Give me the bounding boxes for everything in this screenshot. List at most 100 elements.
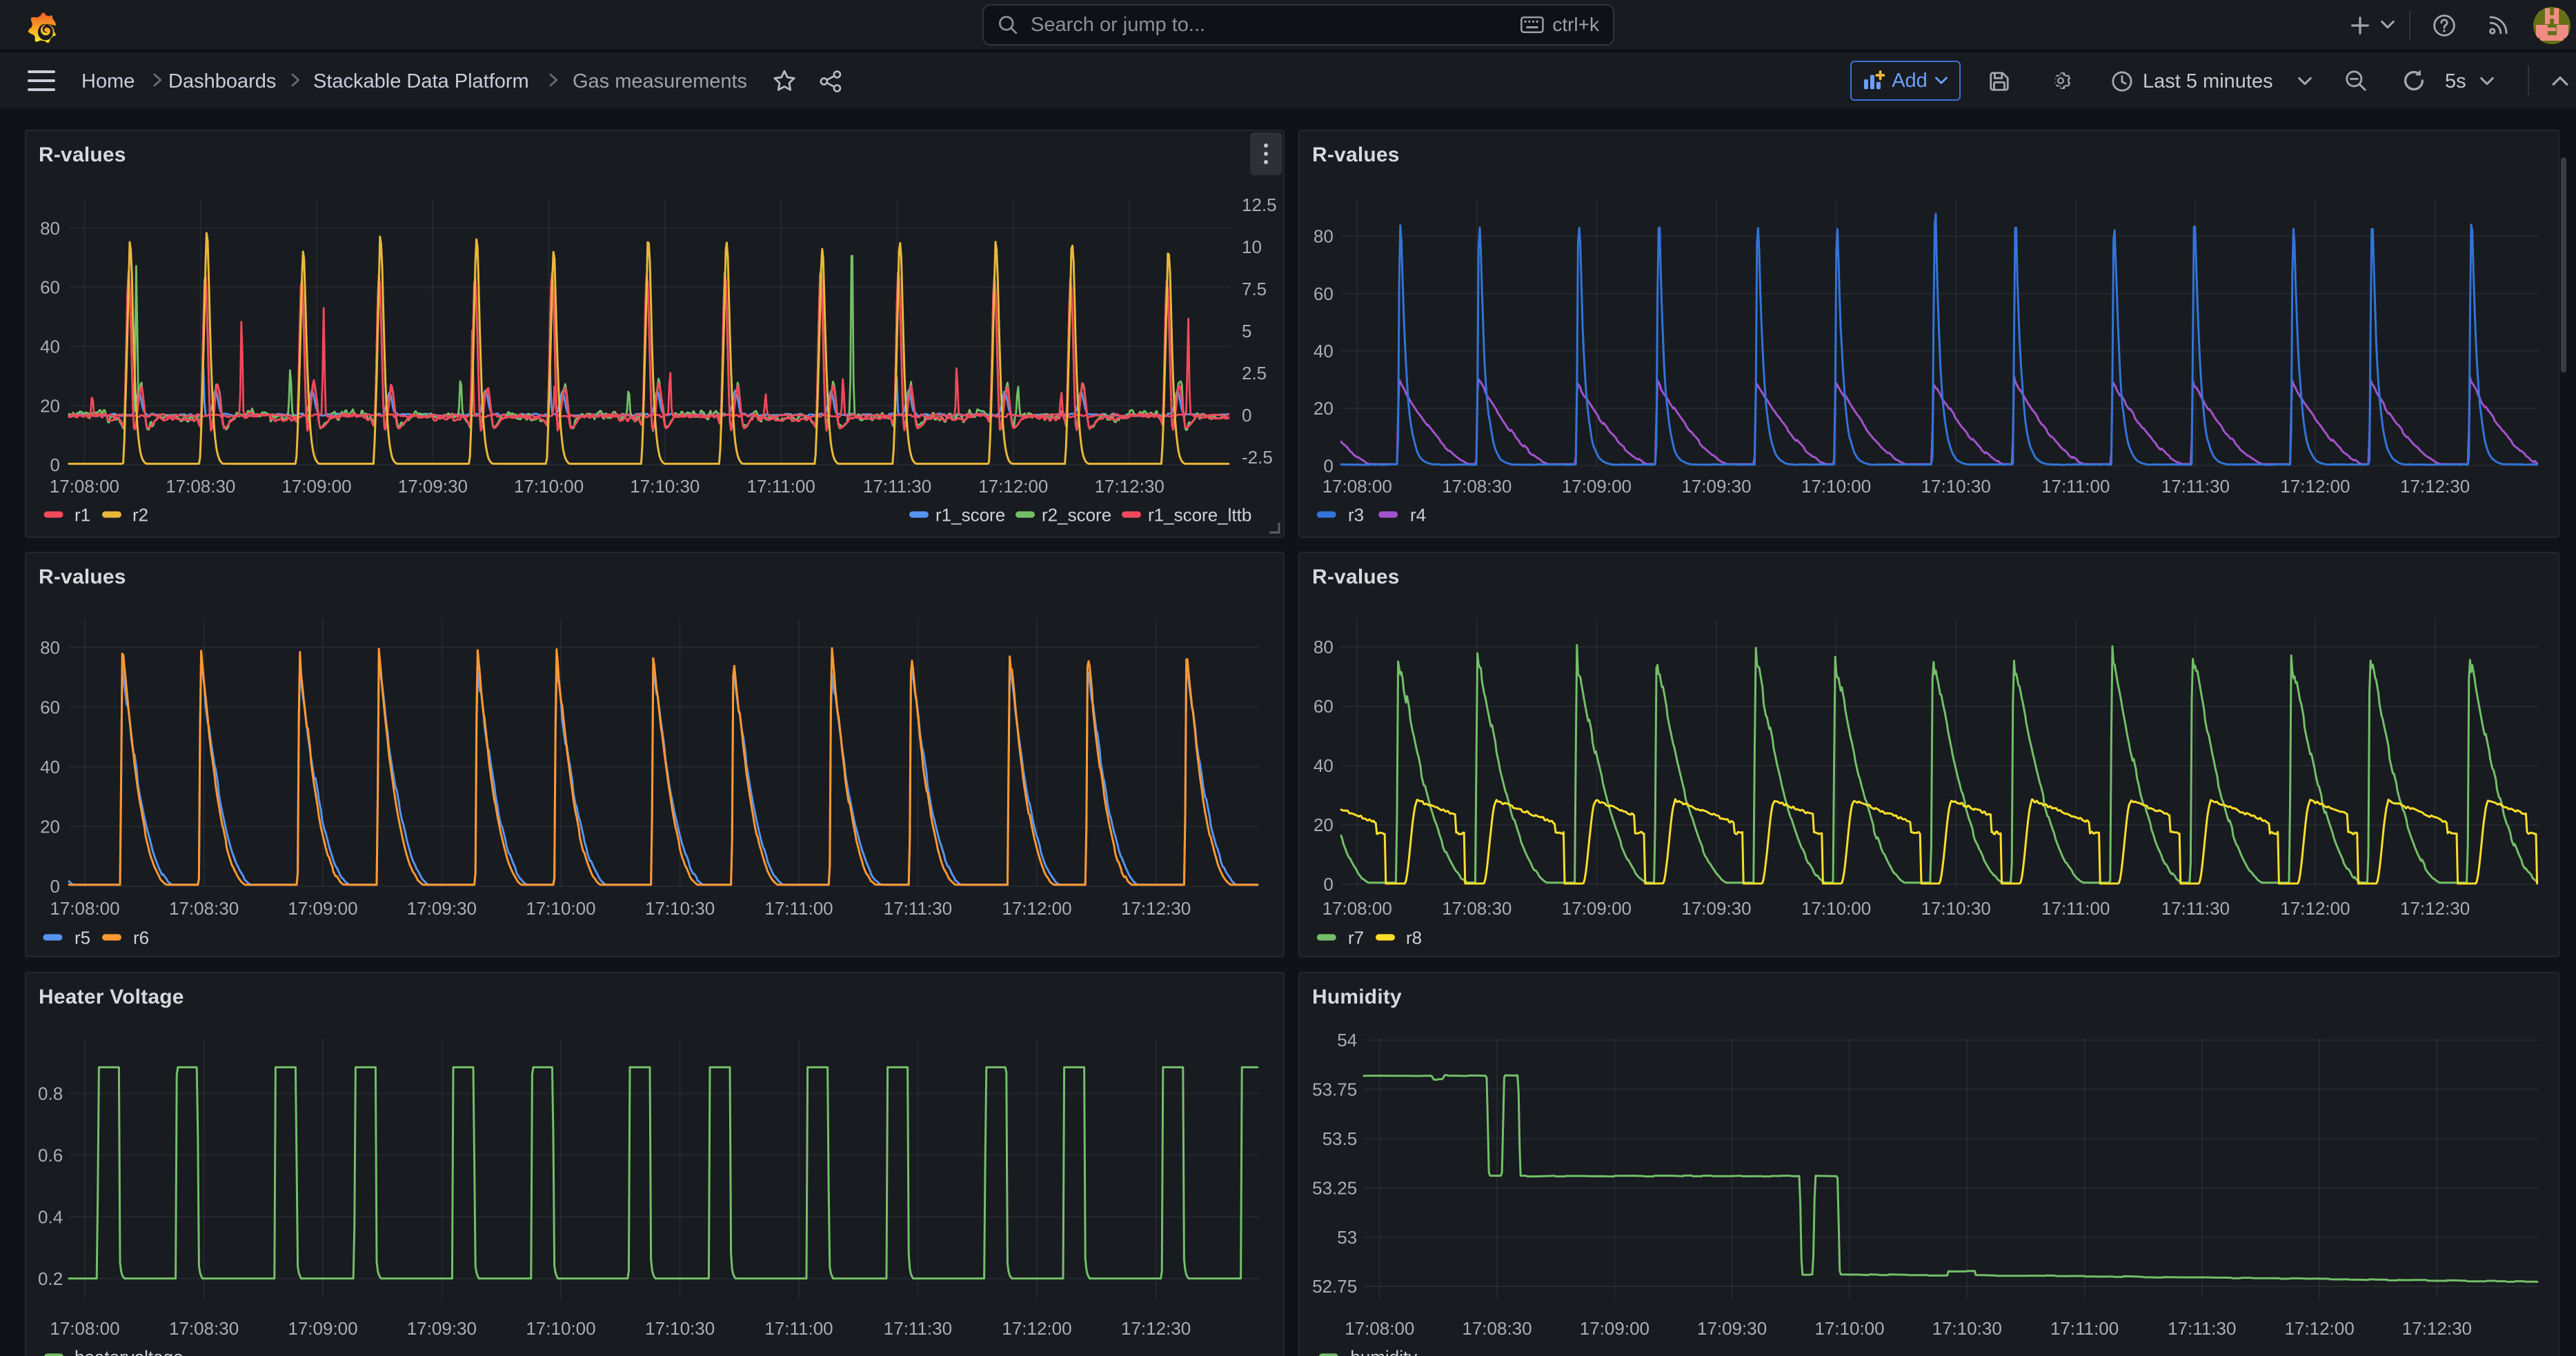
- svg-text:40: 40: [1314, 755, 1334, 776]
- svg-text:0.6: 0.6: [38, 1145, 63, 1166]
- svg-text:17:12:30: 17:12:30: [1121, 1318, 1191, 1339]
- svg-text:17:10:30: 17:10:30: [645, 898, 715, 919]
- svg-text:r5: r5: [75, 927, 90, 948]
- svg-text:52.75: 52.75: [1312, 1276, 1357, 1297]
- svg-text:r3: r3: [1348, 504, 1364, 525]
- svg-text:17:08:30: 17:08:30: [1462, 1318, 1532, 1339]
- svg-text:7.5: 7.5: [1242, 279, 1267, 299]
- svg-text:0.8: 0.8: [38, 1084, 63, 1104]
- svg-text:80: 80: [1314, 637, 1334, 657]
- svg-text:17:09:00: 17:09:00: [1580, 1318, 1649, 1339]
- svg-text:17:11:00: 17:11:00: [764, 898, 833, 919]
- svg-text:17:10:00: 17:10:00: [1814, 1318, 1884, 1339]
- svg-text:17:12:30: 17:12:30: [2402, 1318, 2472, 1339]
- svg-text:17:11:00: 17:11:00: [2041, 898, 2110, 919]
- svg-text:17:08:30: 17:08:30: [166, 476, 235, 497]
- svg-text:17:11:30: 17:11:30: [2168, 1318, 2236, 1339]
- svg-text:17:08:00: 17:08:00: [1345, 1318, 1414, 1339]
- svg-text:17:09:00: 17:09:00: [1562, 476, 1632, 497]
- svg-text:53.5: 53.5: [1322, 1128, 1358, 1149]
- svg-text:17:08:00: 17:08:00: [1322, 476, 1392, 497]
- svg-text:r7: r7: [1348, 927, 1364, 948]
- svg-text:17:08:00: 17:08:00: [1322, 898, 1392, 919]
- svg-text:r8: r8: [1406, 927, 1422, 948]
- svg-text:17:10:30: 17:10:30: [1921, 898, 1991, 919]
- svg-text:r2_score: r2_score: [1042, 504, 1111, 525]
- svg-text:17:09:30: 17:09:30: [1681, 476, 1751, 497]
- svg-text:r1: r1: [75, 504, 90, 525]
- svg-text:17:08:30: 17:08:30: [1442, 898, 1512, 919]
- svg-text:2.5: 2.5: [1242, 363, 1267, 383]
- svg-text:17:10:00: 17:10:00: [514, 476, 584, 497]
- svg-text:20: 20: [1314, 398, 1334, 419]
- svg-text:17:11:00: 17:11:00: [2050, 1318, 2119, 1339]
- svg-text:20: 20: [40, 395, 60, 416]
- svg-text:r1_score: r1_score: [935, 504, 1005, 525]
- svg-text:r6: r6: [133, 927, 149, 948]
- svg-text:17:10:00: 17:10:00: [1801, 898, 1871, 919]
- svg-text:54: 54: [1337, 1030, 1357, 1050]
- svg-text:10: 10: [1242, 237, 1262, 257]
- svg-text:40: 40: [1314, 341, 1334, 361]
- svg-text:17:08:00: 17:08:00: [50, 476, 119, 497]
- svg-text:17:10:30: 17:10:30: [1932, 1318, 2002, 1339]
- svg-text:0: 0: [1323, 455, 1333, 476]
- svg-text:80: 80: [1314, 226, 1334, 247]
- svg-text:17:12:00: 17:12:00: [1002, 898, 1071, 919]
- svg-text:17:09:00: 17:09:00: [288, 1318, 357, 1339]
- svg-text:17:09:30: 17:09:30: [1697, 1318, 1767, 1339]
- svg-text:60: 60: [40, 697, 60, 717]
- svg-text:17:12:30: 17:12:30: [1095, 476, 1165, 497]
- svg-text:r1_score_lttb: r1_score_lttb: [1148, 504, 1251, 525]
- svg-text:17:11:30: 17:11:30: [884, 1318, 952, 1339]
- svg-text:-2.5: -2.5: [1242, 447, 1273, 468]
- svg-text:17:10:30: 17:10:30: [630, 476, 700, 497]
- svg-text:17:09:30: 17:09:30: [407, 898, 477, 919]
- svg-text:17:08:30: 17:08:30: [169, 1318, 239, 1339]
- svg-text:17:10:00: 17:10:00: [1801, 476, 1871, 497]
- svg-text:17:08:00: 17:08:00: [50, 1318, 119, 1339]
- svg-text:heatervoltage: heatervoltage: [75, 1346, 184, 1356]
- svg-text:17:09:00: 17:09:00: [281, 476, 351, 497]
- svg-text:17:12:00: 17:12:00: [1002, 1318, 1071, 1339]
- svg-text:17:09:30: 17:09:30: [1681, 898, 1751, 919]
- svg-text:r4: r4: [1410, 504, 1426, 525]
- svg-text:60: 60: [40, 277, 60, 298]
- svg-text:40: 40: [40, 336, 60, 357]
- svg-text:17:12:30: 17:12:30: [2400, 898, 2470, 919]
- svg-text:0: 0: [1242, 405, 1251, 426]
- svg-text:17:08:00: 17:08:00: [50, 898, 119, 919]
- svg-text:17:12:00: 17:12:00: [2280, 898, 2350, 919]
- svg-text:17:10:30: 17:10:30: [645, 1318, 715, 1339]
- svg-text:17:08:30: 17:08:30: [1442, 476, 1512, 497]
- svg-text:53.75: 53.75: [1312, 1079, 1357, 1100]
- svg-text:17:09:30: 17:09:30: [398, 476, 468, 497]
- svg-text:17:10:00: 17:10:00: [526, 1318, 595, 1339]
- svg-text:80: 80: [40, 218, 60, 239]
- svg-text:17:11:30: 17:11:30: [863, 476, 931, 497]
- svg-text:17:11:30: 17:11:30: [884, 898, 952, 919]
- svg-text:17:10:30: 17:10:30: [1921, 476, 1991, 497]
- svg-text:0: 0: [50, 876, 60, 897]
- svg-text:17:10:00: 17:10:00: [526, 898, 595, 919]
- svg-text:60: 60: [1314, 696, 1334, 717]
- svg-text:17:08:30: 17:08:30: [169, 898, 239, 919]
- svg-text:humidity: humidity: [1350, 1346, 1417, 1356]
- svg-text:17:12:00: 17:12:00: [978, 476, 1048, 497]
- svg-text:17:12:30: 17:12:30: [2400, 476, 2470, 497]
- svg-text:17:09:00: 17:09:00: [1562, 898, 1632, 919]
- svg-text:17:11:00: 17:11:00: [2041, 476, 2110, 497]
- svg-text:17:12:00: 17:12:00: [2285, 1318, 2355, 1339]
- svg-text:0: 0: [50, 455, 60, 475]
- svg-text:17:09:00: 17:09:00: [288, 898, 357, 919]
- svg-text:17:11:00: 17:11:00: [764, 1318, 833, 1339]
- svg-text:17:12:30: 17:12:30: [1121, 898, 1191, 919]
- svg-text:5: 5: [1242, 321, 1251, 341]
- svg-text:20: 20: [1314, 815, 1334, 835]
- svg-text:53.25: 53.25: [1312, 1177, 1357, 1198]
- svg-text:0.4: 0.4: [38, 1206, 63, 1227]
- svg-text:80: 80: [40, 637, 60, 658]
- svg-text:40: 40: [40, 757, 60, 777]
- svg-text:0: 0: [1323, 874, 1333, 895]
- svg-text:r2: r2: [132, 504, 148, 525]
